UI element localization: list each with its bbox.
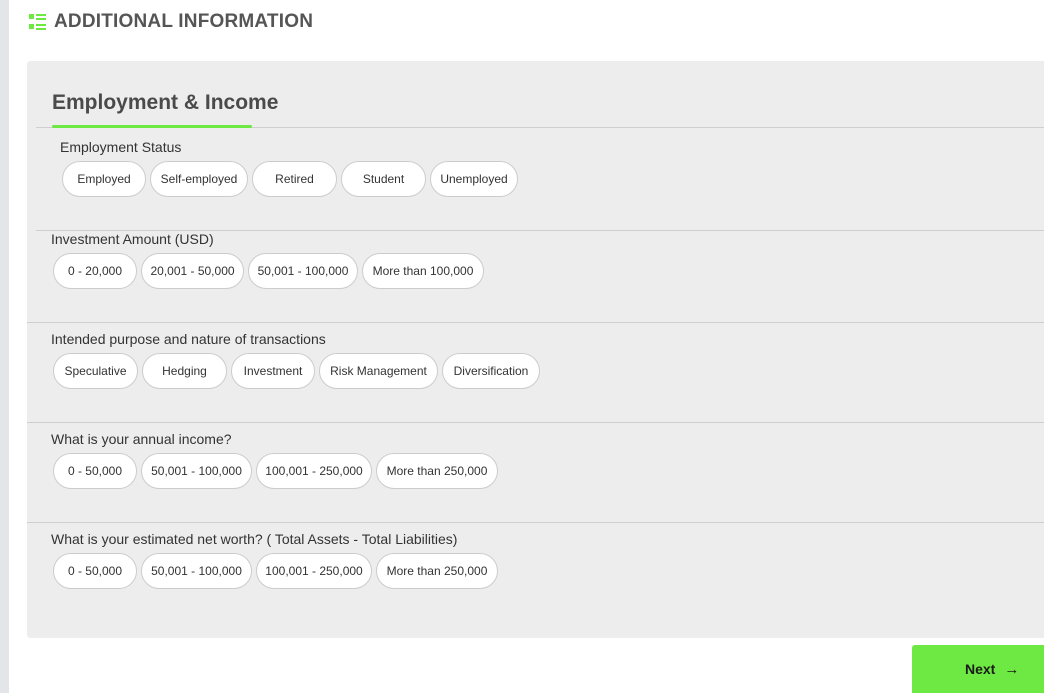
arrow-right-icon: → bbox=[1004, 660, 1020, 678]
investment-amount-options: 0 - 20,000 20,001 - 50,000 50,001 - 100,… bbox=[53, 253, 484, 289]
option-investment[interactable]: Investment bbox=[231, 353, 315, 389]
option-0-20000[interactable]: 0 - 20,000 bbox=[53, 253, 137, 289]
option-100001-250000[interactable]: 100,001 - 250,000 bbox=[256, 453, 372, 489]
section-label: What is your estimated net worth? ( Tota… bbox=[51, 531, 458, 547]
next-button[interactable]: Next → bbox=[912, 645, 1044, 693]
option-retired[interactable]: Retired bbox=[252, 161, 337, 197]
section-label: Investment Amount (USD) bbox=[51, 231, 214, 247]
employment-status-section: Employment Status Employed Self-employed… bbox=[36, 131, 1044, 231]
transaction-purpose-options: Speculative Hedging Investment Risk Mana… bbox=[53, 353, 540, 389]
panel-title: Employment & Income bbox=[52, 91, 279, 114]
section-header: ADDITIONAL INFORMATION bbox=[29, 10, 313, 34]
option-diversification[interactable]: Diversification bbox=[442, 353, 540, 389]
option-self-employed[interactable]: Self-employed bbox=[150, 161, 248, 197]
investment-amount-section: Investment Amount (USD) 0 - 20,000 20,00… bbox=[27, 223, 1044, 323]
option-unemployed[interactable]: Unemployed bbox=[430, 161, 518, 197]
section-label: What is your annual income? bbox=[51, 431, 232, 447]
option-employed[interactable]: Employed bbox=[62, 161, 146, 197]
net-worth-section: What is your estimated net worth? ( Tota… bbox=[27, 523, 1044, 623]
title-underline bbox=[52, 125, 252, 128]
option-more-than-100000[interactable]: More than 100,000 bbox=[362, 253, 484, 289]
employment-income-panel: Employment & Income Employment Status Em… bbox=[27, 61, 1044, 638]
option-20001-50000[interactable]: 20,001 - 50,000 bbox=[141, 253, 244, 289]
list-icon bbox=[29, 13, 46, 31]
section-label: Intended purpose and nature of transacti… bbox=[51, 331, 326, 347]
option-student[interactable]: Student bbox=[341, 161, 426, 197]
annual-income-options: 0 - 50,000 50,001 - 100,000 100,001 - 25… bbox=[53, 453, 498, 489]
option-risk-management[interactable]: Risk Management bbox=[319, 353, 438, 389]
net-worth-options: 0 - 50,000 50,001 - 100,000 100,001 - 25… bbox=[53, 553, 498, 589]
option-0-50000[interactable]: 0 - 50,000 bbox=[53, 553, 137, 589]
employment-status-options: Employed Self-employed Retired Student U… bbox=[62, 161, 518, 197]
header-title: ADDITIONAL INFORMATION bbox=[54, 11, 314, 32]
option-more-than-250000[interactable]: More than 250,000 bbox=[376, 453, 498, 489]
transaction-purpose-section: Intended purpose and nature of transacti… bbox=[27, 323, 1044, 423]
option-hedging[interactable]: Hedging bbox=[142, 353, 227, 389]
option-50001-100000[interactable]: 50,001 - 100,000 bbox=[141, 553, 252, 589]
annual-income-section: What is your annual income? 0 - 50,000 5… bbox=[27, 423, 1044, 523]
option-50001-100000[interactable]: 50,001 - 100,000 bbox=[141, 453, 252, 489]
option-more-than-250000[interactable]: More than 250,000 bbox=[376, 553, 498, 589]
option-speculative[interactable]: Speculative bbox=[53, 353, 138, 389]
option-50001-100000[interactable]: 50,001 - 100,000 bbox=[248, 253, 358, 289]
option-100001-250000[interactable]: 100,001 - 250,000 bbox=[256, 553, 372, 589]
option-0-50000[interactable]: 0 - 50,000 bbox=[53, 453, 137, 489]
section-label: Employment Status bbox=[60, 139, 182, 155]
next-label: Next bbox=[965, 661, 996, 677]
